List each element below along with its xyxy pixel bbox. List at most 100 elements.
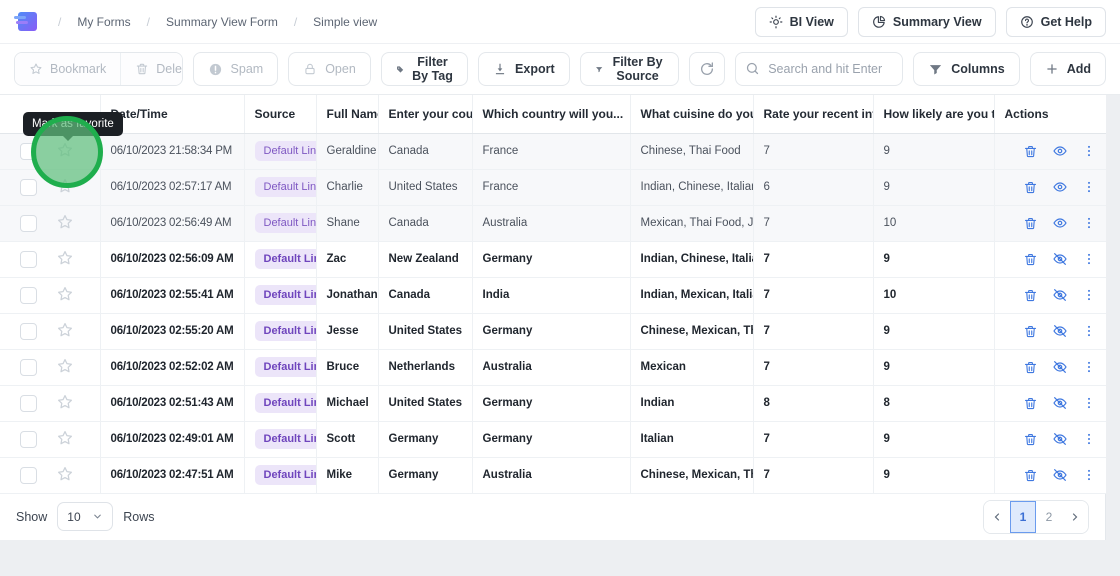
search-input[interactable] xyxy=(735,52,903,86)
bookmark-button[interactable]: Bookmark xyxy=(15,53,121,85)
columns-button[interactable]: Columns xyxy=(913,52,1019,86)
eye-off-icon[interactable] xyxy=(1052,467,1068,483)
kebab-icon[interactable] xyxy=(1082,144,1096,158)
trash-icon[interactable] xyxy=(1023,432,1038,447)
cell-datetime: 06/10/2023 02:52:02 AM xyxy=(100,349,244,385)
row-checkbox[interactable] xyxy=(20,467,37,484)
breadcrumb-form-name[interactable]: Summary View Form xyxy=(166,15,278,29)
trash-icon[interactable] xyxy=(1023,360,1038,375)
row-checkbox[interactable] xyxy=(20,359,37,376)
plus-icon xyxy=(1045,62,1059,76)
kebab-icon[interactable] xyxy=(1082,180,1096,194)
kebab-icon[interactable] xyxy=(1082,396,1096,410)
export-button[interactable]: Export xyxy=(478,52,570,86)
bi-view-button[interactable]: BI View xyxy=(755,7,848,37)
cell-full-name: Jonathan xyxy=(316,277,378,313)
cell-rate: 7 xyxy=(753,277,873,313)
eye-off-icon[interactable] xyxy=(1052,359,1068,375)
trash-icon[interactable] xyxy=(1023,324,1038,339)
cell-cuisine: Chinese, Mexican, Tha... xyxy=(630,313,753,349)
kebab-icon[interactable] xyxy=(1082,216,1096,230)
table-footer: Show 10 Rows 1 2 xyxy=(0,494,1106,540)
trash-icon[interactable] xyxy=(1023,144,1038,159)
tag-icon xyxy=(396,62,404,77)
cell-rate: 7 xyxy=(753,241,873,277)
trash-icon[interactable] xyxy=(1023,252,1038,267)
cell-cuisine: Chinese, Mexican, Tha... xyxy=(630,457,753,493)
delete-button[interactable]: Delete xyxy=(121,53,182,85)
trash-icon[interactable] xyxy=(1023,180,1038,195)
summary-view-label: Summary View xyxy=(893,15,982,29)
eye-off-icon[interactable] xyxy=(1052,395,1068,411)
star-icon[interactable] xyxy=(56,465,74,483)
row-checkbox[interactable] xyxy=(20,431,37,448)
star-icon[interactable] xyxy=(56,321,74,339)
previous-page-button[interactable] xyxy=(984,501,1010,533)
source-badge: Default Link xyxy=(255,285,317,305)
add-button[interactable]: Add xyxy=(1030,52,1106,86)
trash-icon[interactable] xyxy=(1023,396,1038,411)
row-checkbox[interactable] xyxy=(20,323,37,340)
trash-icon[interactable] xyxy=(1023,468,1038,483)
filter-by-source-button[interactable]: Filter By Source xyxy=(580,52,680,86)
star-icon[interactable] xyxy=(56,213,74,231)
row-checkbox[interactable] xyxy=(20,179,37,196)
spam-button[interactable]: Spam xyxy=(193,52,279,86)
breadcrumb-separator: / xyxy=(294,15,297,29)
cell-rate: 7 xyxy=(753,205,873,241)
page-2-button[interactable]: 2 xyxy=(1036,501,1062,533)
app-logo-icon[interactable] xyxy=(14,11,38,32)
search-container xyxy=(735,52,903,86)
breadcrumb-separator: / xyxy=(147,15,150,29)
refresh-icon xyxy=(699,61,715,77)
kebab-icon[interactable] xyxy=(1082,360,1096,374)
star-icon[interactable] xyxy=(56,393,74,411)
next-page-button[interactable] xyxy=(1062,501,1088,533)
funnel-icon xyxy=(595,62,603,77)
kebab-icon[interactable] xyxy=(1082,288,1096,302)
cell-rate: 6 xyxy=(753,169,873,205)
kebab-icon[interactable] xyxy=(1082,252,1096,266)
eye-icon[interactable] xyxy=(1052,179,1068,195)
kebab-icon[interactable] xyxy=(1082,324,1096,338)
summary-view-button[interactable]: Summary View xyxy=(858,7,996,37)
star-icon[interactable] xyxy=(56,429,74,447)
cell-full-name: Geraldine xyxy=(316,133,378,169)
eye-off-icon[interactable] xyxy=(1052,431,1068,447)
cell-country: Canada xyxy=(378,133,472,169)
source-badge: Default Link xyxy=(255,429,317,449)
eye-icon[interactable] xyxy=(1052,143,1068,159)
row-checkbox[interactable] xyxy=(20,287,37,304)
eye-icon[interactable] xyxy=(1052,215,1068,231)
download-icon xyxy=(493,62,507,76)
table-row: 06/10/2023 02:47:51 AM Default Link Mike… xyxy=(0,457,1106,493)
kebab-icon[interactable] xyxy=(1082,468,1096,482)
cell-likely: 9 xyxy=(873,421,994,457)
row-checkbox[interactable] xyxy=(20,251,37,268)
page-1-button[interactable]: 1 xyxy=(1010,501,1036,533)
trash-icon[interactable] xyxy=(1023,288,1038,303)
trash-icon[interactable] xyxy=(1023,216,1038,231)
cell-full-name: Jesse xyxy=(316,313,378,349)
breadcrumb-view-name[interactable]: Simple view xyxy=(313,15,377,29)
star-icon[interactable] xyxy=(56,357,74,375)
page-size-select[interactable]: 10 xyxy=(57,502,113,531)
get-help-button[interactable]: Get Help xyxy=(1006,7,1106,37)
open-button[interactable]: Open xyxy=(288,52,371,86)
refresh-button[interactable] xyxy=(689,52,725,86)
filter-by-tag-button[interactable]: Filter By Tag xyxy=(381,52,468,86)
cell-likely: 9 xyxy=(873,133,994,169)
source-badge: Default Link xyxy=(255,393,317,413)
eye-off-icon[interactable] xyxy=(1052,323,1068,339)
breadcrumb-my-forms[interactable]: My Forms xyxy=(77,15,130,29)
eye-off-icon[interactable] xyxy=(1052,287,1068,303)
star-icon[interactable] xyxy=(56,249,74,267)
cell-cuisine: Indian, Mexican, Italian xyxy=(630,277,753,313)
row-checkbox[interactable] xyxy=(20,215,37,232)
filter-by-source-label: Filter By Source xyxy=(611,55,664,83)
eye-off-icon[interactable] xyxy=(1052,251,1068,267)
star-icon[interactable] xyxy=(56,285,74,303)
cell-country: United States xyxy=(378,313,472,349)
row-checkbox[interactable] xyxy=(20,395,37,412)
kebab-icon[interactable] xyxy=(1082,432,1096,446)
